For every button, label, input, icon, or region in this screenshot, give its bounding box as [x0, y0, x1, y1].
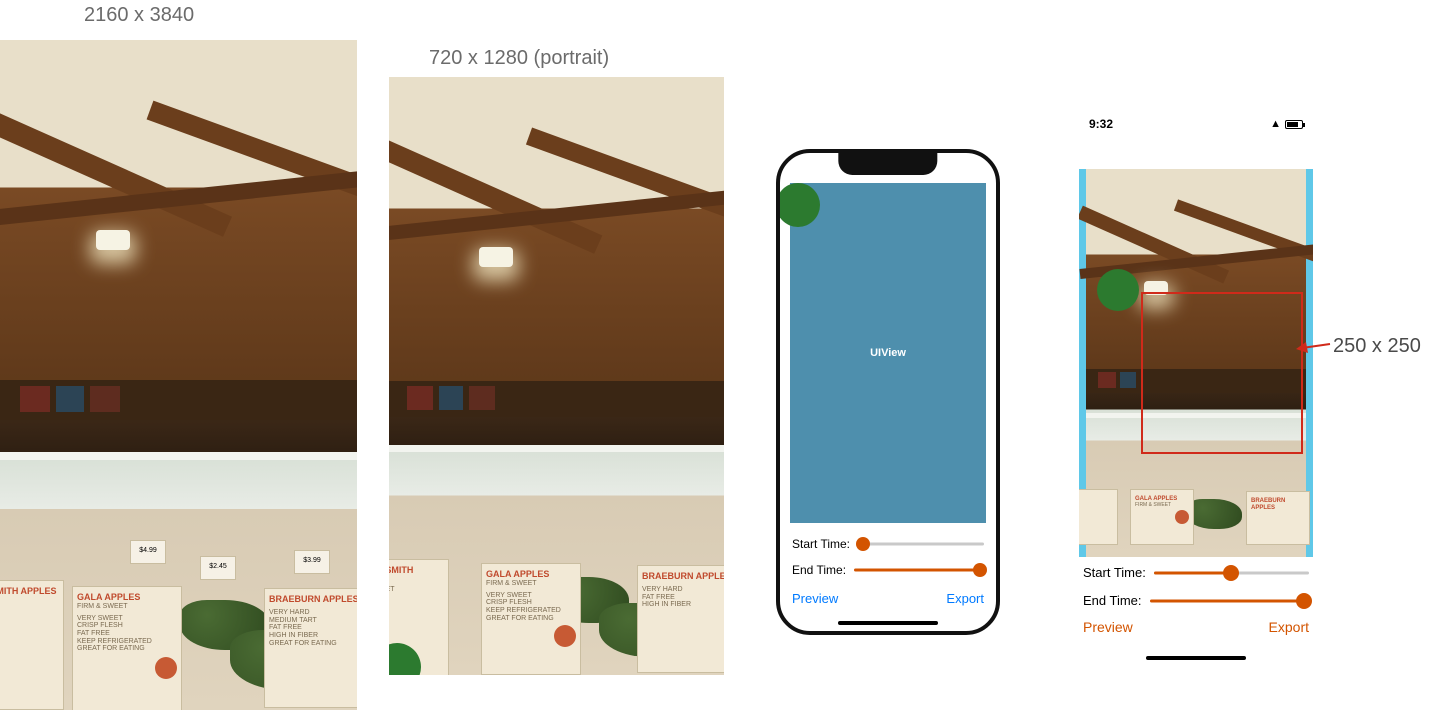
sign-detail: VERY SWEET [77, 615, 177, 623]
sign-title: BRAEBURN APPLES [1251, 498, 1305, 511]
apple-icon-red [554, 625, 576, 647]
product-sign-gala: GALA APPLES FIRM & SWEET VERY SWEET CRIS… [481, 563, 581, 675]
start-time-label: Start Time: [1083, 565, 1146, 580]
home-indicator [838, 621, 938, 625]
sign-detail: FAT FREE [77, 630, 177, 638]
battery-icon [1285, 120, 1303, 129]
wifi-icon: ▲ [1270, 118, 1281, 130]
light-strip [0, 452, 357, 460]
end-time-label: End Time: [792, 563, 846, 577]
price-tag: $2.45 [200, 556, 236, 580]
toy-train-car [1120, 372, 1136, 388]
toy-train-car [20, 386, 50, 412]
toy-train-car [469, 386, 495, 410]
produce-greens [1186, 499, 1242, 529]
light-strip [389, 445, 724, 452]
label-panel1-dimensions: 2160 x 3840 [84, 4, 194, 27]
sign-detail: CRISP FLESH [486, 599, 576, 607]
sign-detail: MEDIUM TART [269, 617, 357, 625]
uiview-placeholder: UIView [790, 183, 986, 523]
sign-detail: VERY HARD [269, 609, 357, 617]
sign-subtitle: FIRM & SWEET [1135, 503, 1189, 509]
sign-title: BRAEBURN APPLES [269, 595, 357, 605]
sign-detail: FAT FREE [269, 624, 357, 632]
phone-running-app: 9:32 ▲ GALA APPLES FIRM & SWEET BRAEB [1079, 113, 1313, 663]
preview-link[interactable]: Preview [792, 591, 838, 606]
sign-detail: GREAT FOR EATING [486, 615, 576, 623]
end-time-slider[interactable] [1150, 594, 1309, 608]
start-time-row: Start Time: [1083, 565, 1309, 580]
price-tag: $3.99 [294, 550, 330, 574]
store-photo: GRANNY SMITH APPLES FIRM & SWEET GALA AP… [389, 77, 724, 675]
end-time-row: End Time: [792, 563, 984, 577]
sign-detail: HIGH IN FIBER [269, 632, 357, 640]
sign-detail: VERY SWEET [486, 592, 576, 600]
end-time-slider[interactable] [854, 563, 984, 577]
label-panel4-box-dimensions: 250 x 250 [1333, 335, 1421, 358]
home-indicator [1146, 656, 1246, 660]
apple-icon-red [155, 657, 177, 679]
arrow-icon [1296, 330, 1336, 360]
sign-detail: KEEP REFRIGERATED [77, 638, 177, 646]
status-time: 9:32 [1089, 117, 1113, 131]
train-shelf [0, 380, 357, 420]
panel-resized-720x1280: GRANNY SMITH APPLES FIRM & SWEET GALA AP… [389, 77, 724, 675]
lamp-icon [96, 230, 130, 250]
sign-title: GALA APPLES [486, 570, 576, 580]
end-time-label: End Time: [1083, 593, 1142, 608]
sign-detail: GREAT FOR EATING [77, 645, 177, 653]
sign-detail: VERY HARD [642, 586, 724, 594]
sign-detail: CRISP FLESH [77, 622, 177, 630]
toy-train-car [1098, 372, 1116, 388]
product-sign-braeburn: BRAEBURN APPLES VERY HARD FAT FREE HIGH … [637, 565, 724, 673]
toy-train-car [56, 386, 84, 412]
end-time-row: End Time: [1083, 593, 1309, 608]
position-marker-icon [1097, 269, 1139, 311]
label-panel2-dimensions: 720 x 1280 (portrait) [429, 47, 609, 70]
uiview-label: UIView [870, 347, 906, 359]
sign-subtitle: FIRM & SWEET [389, 586, 444, 594]
preview-link[interactable]: Preview [1083, 619, 1133, 635]
action-row: Preview Export [1083, 619, 1309, 635]
position-marker-icon [776, 183, 820, 227]
sign-title: GALA APPLES [77, 593, 177, 603]
price-tag: $4.99 [130, 540, 166, 564]
toy-train-car [90, 386, 120, 412]
phone-mockup-storyboard: UIView Start Time: End Time: Preview Exp… [776, 149, 1000, 635]
video-player-view[interactable]: GALA APPLES FIRM & SWEET BRAEBURN APPLES [1079, 169, 1313, 557]
sign-title: GRANNY SMITH APPLES [0, 587, 59, 597]
start-time-slider[interactable] [858, 537, 984, 551]
product-sign-braeburn: BRAEBURN APPLES VERY HARD MEDIUM TART FA… [264, 588, 357, 708]
product-sign-granny: GRANNY SMITH APPLES FIRM & SWEET [0, 580, 64, 710]
export-link[interactable]: Export [946, 591, 984, 606]
status-bar: 9:32 ▲ [1089, 117, 1303, 131]
sign-subtitle: FIRM & SWEET [0, 597, 59, 605]
toy-train-car [407, 386, 433, 410]
sign-subtitle: FIRM & SWEET [486, 580, 576, 588]
sign-title: GRANNY SMITH APPLES [389, 566, 444, 586]
toy-train-car [439, 386, 463, 410]
apple-icon-red [1175, 510, 1189, 524]
product-sign-gala: GALA APPLES FIRM & SWEET [1130, 489, 1194, 545]
lamp-icon [479, 247, 513, 267]
export-link[interactable]: Export [1269, 619, 1309, 635]
start-time-row: Start Time: [792, 537, 984, 551]
panel-original-2160x3840: $4.99 $2.45 $3.99 GRANNY SMITH APPLES FI… [0, 40, 357, 710]
sign-detail: FAT FREE [642, 594, 724, 602]
sign-title: BRAEBURN APPLES [642, 572, 724, 582]
product-sign-granny [1079, 489, 1118, 545]
product-sign-braeburn: BRAEBURN APPLES [1246, 491, 1310, 545]
crop-box-250x250[interactable] [1141, 292, 1303, 454]
sign-subtitle: FIRM & SWEET [77, 603, 177, 611]
start-time-label: Start Time: [792, 537, 850, 551]
action-row: Preview Export [792, 591, 984, 606]
sign-detail: HIGH IN FIBER [642, 601, 724, 609]
train-shelf [389, 381, 724, 417]
store-photo: $4.99 $2.45 $3.99 GRANNY SMITH APPLES FI… [0, 40, 357, 710]
phone-notch [838, 153, 937, 175]
start-time-slider[interactable] [1154, 566, 1309, 580]
sign-detail: KEEP REFRIGERATED [486, 607, 576, 615]
sign-detail: GREAT FOR EATING [269, 640, 357, 648]
product-sign-gala: GALA APPLES FIRM & SWEET VERY SWEET CRIS… [72, 586, 182, 710]
